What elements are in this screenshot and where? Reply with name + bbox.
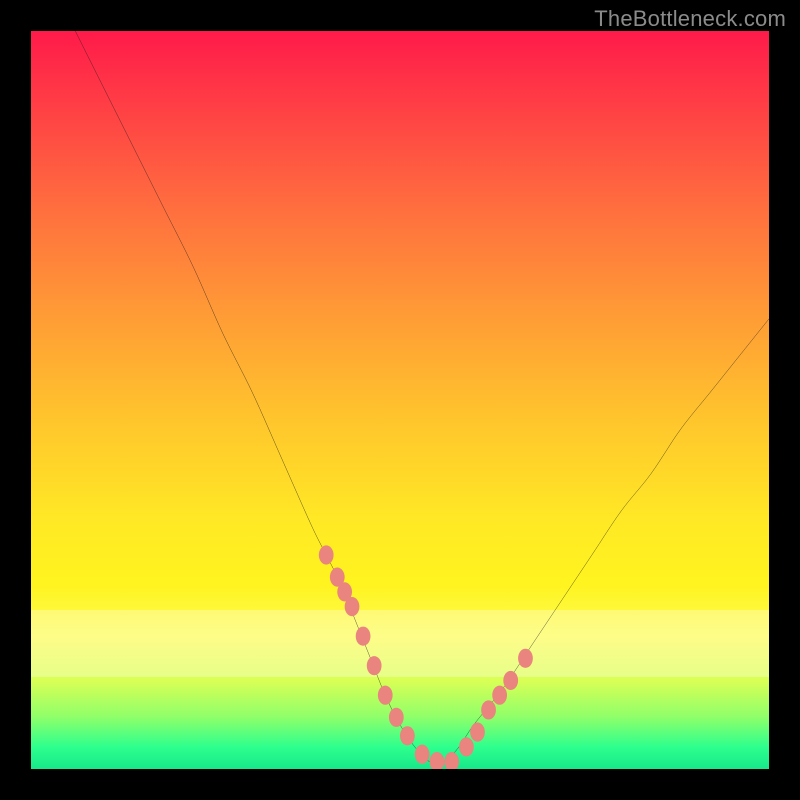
outer-frame: TheBottleneck.com — [0, 0, 800, 800]
dot — [444, 752, 459, 769]
dot — [389, 708, 404, 727]
dot — [430, 752, 445, 769]
dot — [503, 671, 518, 690]
dot — [518, 649, 533, 668]
plot-area — [31, 31, 769, 769]
dot — [400, 726, 415, 745]
dot — [345, 597, 360, 616]
highlight-dots — [31, 31, 769, 769]
dot — [470, 723, 485, 742]
dot — [492, 686, 507, 705]
dot — [459, 737, 474, 756]
dot — [481, 700, 496, 719]
watermark-text: TheBottleneck.com — [594, 6, 786, 32]
dot — [356, 627, 371, 646]
dot — [367, 656, 382, 675]
dot — [378, 686, 393, 705]
dot — [415, 745, 430, 764]
dot — [319, 545, 334, 564]
